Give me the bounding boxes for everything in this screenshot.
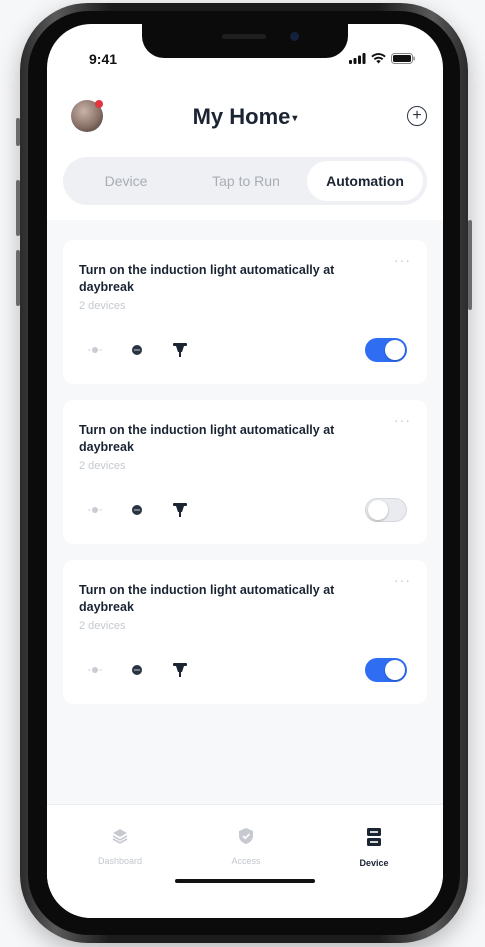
- light-icon: [173, 503, 187, 517]
- tab-automation[interactable]: Automation: [307, 161, 423, 201]
- automation-card[interactable]: Turn on the induction light automaticall…: [63, 400, 427, 544]
- device-icon: [367, 828, 381, 846]
- tab-tap-to-run[interactable]: Tap to Run: [187, 161, 305, 201]
- status-icons: [349, 53, 415, 64]
- automation-card[interactable]: Turn on the induction light automaticall…: [63, 240, 427, 384]
- light-icon: [173, 343, 187, 357]
- sun-icon: [88, 507, 102, 513]
- sun-icon: [88, 667, 102, 673]
- sensor-icon: [132, 505, 142, 515]
- automation-toggle[interactable]: [365, 338, 407, 362]
- battery-icon: [391, 53, 415, 64]
- light-icon: [173, 663, 187, 677]
- nav-dashboard[interactable]: Dashboard: [75, 827, 165, 866]
- signal-icon: [349, 53, 366, 64]
- nav-label: Access: [231, 856, 261, 866]
- automation-toggle[interactable]: [365, 498, 407, 522]
- status-time: 9:41: [89, 51, 118, 67]
- automation-card[interactable]: Turn on the induction light automaticall…: [63, 560, 427, 704]
- nav-device[interactable]: Device: [329, 827, 419, 868]
- automation-device-icons: [87, 342, 189, 358]
- speaker-grille: [222, 34, 266, 39]
- chevron-down-icon: ▾: [292, 112, 298, 124]
- toggle-knob: [385, 340, 405, 360]
- automation-device-icons: [87, 662, 189, 678]
- automation-device-count: 2 devices: [79, 300, 126, 312]
- sun-icon: [88, 347, 102, 353]
- automation-device-count: 2 devices: [79, 620, 126, 632]
- page-title: My Home: [192, 104, 291, 129]
- more-options-icon[interactable]: ···: [394, 252, 411, 268]
- bottom-nav: Dashboard Access Device: [47, 804, 443, 918]
- more-options-icon[interactable]: ···: [394, 572, 411, 588]
- automation-title: Turn on the induction light automaticall…: [79, 423, 335, 454]
- wifi-icon: [371, 53, 386, 64]
- nav-access[interactable]: Access: [201, 827, 291, 866]
- front-camera: [290, 32, 299, 41]
- toggle-knob: [368, 500, 388, 520]
- silent-switch: [16, 118, 20, 146]
- plus-circle-icon[interactable]: +: [407, 106, 427, 126]
- toggle-knob: [385, 660, 405, 680]
- power-button: [468, 220, 472, 310]
- volume-up-button: [16, 180, 20, 236]
- nav-label: Dashboard: [97, 856, 143, 866]
- home-selector[interactable]: My Home ▾: [47, 104, 443, 130]
- automation-toggle[interactable]: [365, 658, 407, 682]
- app-screen: 9:41 My Home ▾ + Device Tap to Run Automa…: [47, 24, 443, 918]
- automation-list: Turn on the induction light automaticall…: [47, 220, 443, 804]
- automation-device-icons: [87, 502, 189, 518]
- nav-label: Device: [359, 858, 389, 868]
- notch: [142, 24, 348, 58]
- automation-title: Turn on the induction light automaticall…: [79, 583, 335, 614]
- volume-down-button: [16, 250, 20, 306]
- segmented-tabs: Device Tap to Run Automation: [63, 157, 427, 205]
- sensor-icon: [132, 345, 142, 355]
- home-indicator[interactable]: [175, 879, 315, 883]
- tab-device[interactable]: Device: [67, 161, 185, 201]
- shield-icon: [239, 828, 253, 844]
- automation-title: Turn on the induction light automaticall…: [79, 263, 335, 294]
- automation-device-count: 2 devices: [79, 460, 126, 472]
- layers-icon: [112, 829, 128, 844]
- more-options-icon[interactable]: ···: [394, 412, 411, 428]
- sensor-icon: [132, 665, 142, 675]
